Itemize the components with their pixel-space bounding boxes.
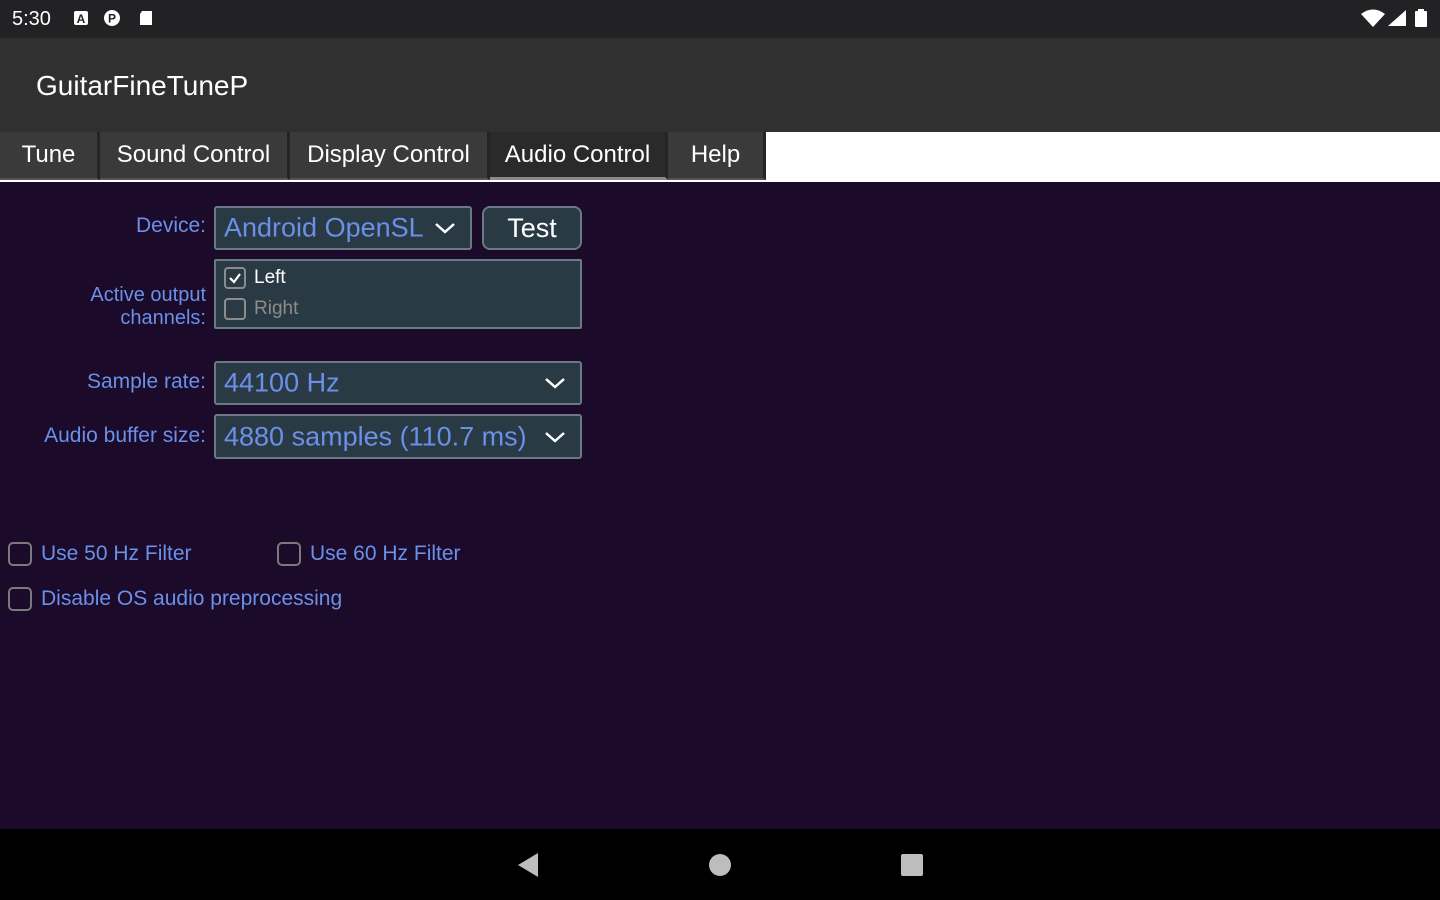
buffer-size-select[interactable]: 4880 samples (110.7 ms) — [214, 414, 582, 459]
sample-rate-value: 44100 Hz — [224, 367, 340, 398]
buffer-size-label: Audio buffer size: — [44, 424, 206, 447]
device-value: Android OpenSL — [224, 212, 424, 243]
tab-help[interactable]: Help — [668, 132, 766, 180]
option-50hz-filter[interactable]: Use 50 Hz Filter — [8, 539, 192, 569]
battery-icon — [1415, 9, 1427, 27]
option-60hz-filter[interactable]: Use 60 Hz Filter — [277, 539, 461, 569]
checkbox-empty-icon[interactable] — [8, 542, 32, 566]
chevron-down-icon — [545, 378, 565, 389]
tab-tune[interactable]: Tune — [0, 132, 100, 180]
checkbox-empty-icon[interactable] — [277, 542, 301, 566]
channel-right-label: Right — [254, 298, 299, 319]
app-bar: GuitarFineTuneP — [0, 38, 1440, 132]
recent-apps-icon[interactable] — [898, 851, 926, 879]
navigation-bar — [0, 829, 1440, 900]
home-icon[interactable] — [706, 851, 734, 879]
signal-icon — [1388, 10, 1406, 26]
channel-right[interactable]: Right — [224, 295, 298, 323]
p-icon: P — [104, 10, 120, 26]
checkbox-empty-icon[interactable] — [8, 587, 32, 611]
tab-display-control[interactable]: Display Control — [290, 132, 490, 180]
test-button[interactable]: Test — [482, 206, 582, 250]
option-60hz-label: Use 60 Hz Filter — [310, 542, 461, 565]
channels-label: Active output channels: — [90, 284, 206, 329]
option-50hz-label: Use 50 Hz Filter — [41, 542, 192, 565]
sample-rate-select[interactable]: 44100 Hz — [214, 361, 582, 405]
wifi-icon — [1361, 9, 1385, 27]
channel-left-label: Left — [254, 267, 286, 288]
sd-card-icon — [140, 11, 152, 25]
back-icon[interactable] — [514, 851, 542, 879]
device-select[interactable]: Android OpenSL — [214, 206, 472, 250]
app-title: GuitarFineTuneP — [36, 70, 249, 101]
status-time: 5:30 — [12, 8, 51, 30]
buffer-size-value: 4880 samples (110.7 ms) — [224, 421, 527, 451]
checkbox-checked-icon[interactable] — [224, 267, 246, 289]
option-disable-preprocessing[interactable]: Disable OS audio preprocessing — [8, 584, 342, 614]
device-label: Device: — [135, 214, 206, 237]
chevron-down-icon — [435, 223, 455, 234]
audio-control-panel: Device: Android OpenSL Test Active outpu… — [0, 182, 1440, 829]
checkbox-empty-icon[interactable] — [224, 298, 246, 320]
status-bar: 5:30 A P — [0, 0, 1440, 38]
channel-left[interactable]: Left — [224, 264, 286, 292]
svg-text:P: P — [108, 12, 116, 26]
channels-list: Left Right — [214, 259, 582, 329]
tab-strip: Tune Sound Control Display Control Audio… — [0, 132, 1440, 182]
a-icon: A — [74, 11, 88, 26]
tab-sound-control[interactable]: Sound Control — [100, 132, 290, 180]
chevron-down-icon — [545, 431, 565, 443]
svg-text:A: A — [77, 12, 86, 26]
sample-rate-label: Sample rate: — [86, 370, 206, 393]
option-disable-preprocessing-label: Disable OS audio preprocessing — [41, 587, 343, 610]
tab-audio-control[interactable]: Audio Control — [490, 132, 668, 180]
